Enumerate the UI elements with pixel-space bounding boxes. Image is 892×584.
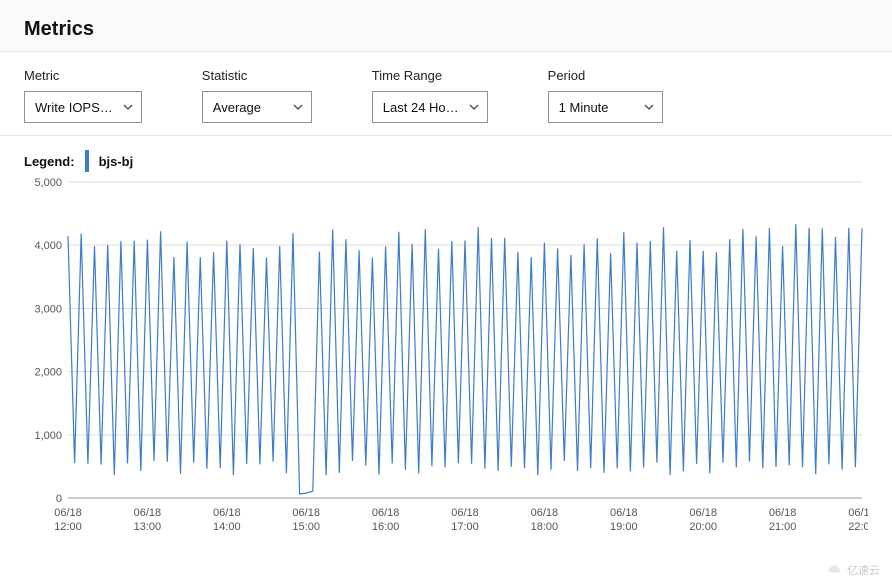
svg-text:06/18: 06/18 xyxy=(610,507,638,519)
svg-text:18:00: 18:00 xyxy=(531,521,559,533)
chart: 0 1,000 2,000 3,000 4,000 5,000 06/18 12:00 06/1… xyxy=(0,176,892,551)
statistic-label: Statistic xyxy=(202,68,312,83)
svg-text:14:00: 14:00 xyxy=(213,521,241,533)
controls-row: Metric Write IOPS… Statistic Average Tim… xyxy=(0,52,892,136)
period-select[interactable]: 1 Minute xyxy=(548,91,663,123)
svg-text:0: 0 xyxy=(56,493,62,505)
svg-text:06/18: 06/18 xyxy=(848,507,868,519)
svg-text:06/18: 06/18 xyxy=(451,507,479,519)
svg-text:19:00: 19:00 xyxy=(610,521,638,533)
svg-text:20:00: 20:00 xyxy=(689,521,717,533)
panel-title: Metrics xyxy=(0,0,892,52)
svg-text:22:00: 22:00 xyxy=(848,521,868,533)
svg-text:06/18: 06/18 xyxy=(689,507,717,519)
period-select-value: 1 Minute xyxy=(559,100,609,115)
svg-text:06/18: 06/18 xyxy=(134,507,162,519)
timerange-label: Time Range xyxy=(372,68,488,83)
chevron-down-icon xyxy=(469,102,479,112)
svg-text:21:00: 21:00 xyxy=(769,521,797,533)
legend-series-name: bjs-bj xyxy=(99,154,134,169)
watermark: 亿速云 xyxy=(827,562,880,578)
timerange-select-value: Last 24 Ho… xyxy=(383,100,459,115)
chevron-down-icon xyxy=(293,102,303,112)
timerange-select[interactable]: Last 24 Ho… xyxy=(372,91,488,123)
svg-text:06/18: 06/18 xyxy=(769,507,797,519)
svg-text:5,000: 5,000 xyxy=(34,177,62,189)
svg-text:3,000: 3,000 xyxy=(34,303,62,315)
statistic-select[interactable]: Average xyxy=(202,91,312,123)
legend-swatch xyxy=(85,150,89,172)
watermark-text: 亿速云 xyxy=(847,562,880,578)
legend-label: Legend: xyxy=(24,154,75,169)
metric-label: Metric xyxy=(24,68,142,83)
metric-select[interactable]: Write IOPS… xyxy=(24,91,142,123)
svg-text:4,000: 4,000 xyxy=(34,240,62,252)
svg-text:06/18: 06/18 xyxy=(213,507,241,519)
series-line xyxy=(68,224,862,494)
statistic-select-value: Average xyxy=(213,100,261,115)
legend: Legend: bjs-bj xyxy=(0,136,892,176)
svg-text:16:00: 16:00 xyxy=(372,521,400,533)
period-label: Period xyxy=(548,68,663,83)
svg-text:17:00: 17:00 xyxy=(451,521,479,533)
svg-text:12:00: 12:00 xyxy=(54,521,82,533)
svg-text:06/18: 06/18 xyxy=(531,507,559,519)
chevron-down-icon xyxy=(123,102,133,112)
svg-text:13:00: 13:00 xyxy=(134,521,162,533)
chart-svg: 0 1,000 2,000 3,000 4,000 5,000 06/18 12:00 06/1… xyxy=(24,176,868,546)
svg-text:1,000: 1,000 xyxy=(34,430,62,442)
chevron-down-icon xyxy=(644,102,654,112)
metric-select-value: Write IOPS… xyxy=(35,100,113,115)
svg-text:2,000: 2,000 xyxy=(34,367,62,379)
svg-text:06/18: 06/18 xyxy=(372,507,400,519)
svg-text:15:00: 15:00 xyxy=(292,521,320,533)
svg-text:06/18: 06/18 xyxy=(292,507,320,519)
svg-text:06/18: 06/18 xyxy=(54,507,82,519)
